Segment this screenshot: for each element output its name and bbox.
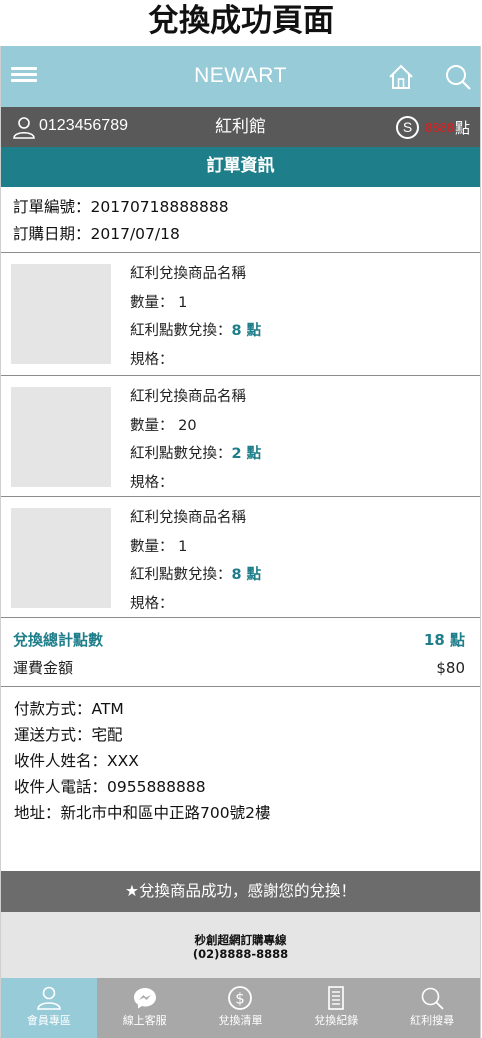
list-item: 紅利兌換商品名稱 數量： 20 紅利點數兌換：2 點 規格： xyxy=(1,376,480,496)
address: 地址：新北市中和區中正路700號2樓 xyxy=(14,804,271,822)
shipping-fee-value: $80 xyxy=(436,659,465,677)
points-value: 8888 xyxy=(425,119,454,135)
product-image xyxy=(11,387,111,487)
coin-icon: S xyxy=(396,115,420,139)
list-item: 紅利兌換商品名稱 數量： 1 紅利點數兌換：8 點 規格： xyxy=(1,253,480,373)
totals: 兌換總計點數 18 點 運費金額 $80 xyxy=(13,626,465,682)
order-info: 訂單編號：20170718888888 訂購日期：2017/07/18 xyxy=(13,194,229,248)
product-image xyxy=(11,264,111,364)
home-icon[interactable] xyxy=(387,63,415,91)
tab-member[interactable]: 會員專區 xyxy=(1,978,97,1038)
tab-redeem-record[interactable]: 兌換紀錄 xyxy=(288,978,384,1038)
success-message: ★兌換商品成功，感謝您的兌換！ xyxy=(1,871,480,912)
order-number: 訂單編號：20170718888888 xyxy=(13,198,229,216)
points-unit: 點 xyxy=(454,118,470,137)
hamburger-menu-icon[interactable] xyxy=(11,67,37,87)
delivery-method: 運送方式：宅配 xyxy=(14,726,123,744)
bottom-tab-bar: 會員專區 線上客服 $ 兌換清單 兌換紀錄 紅利搜尋 xyxy=(1,978,480,1038)
record-list-icon xyxy=(328,986,345,1010)
divider xyxy=(1,617,480,618)
product-points: 紅利點數兌換：2 點 xyxy=(130,446,262,462)
product-spec: 規格： xyxy=(130,595,174,612)
product-spec: 規格： xyxy=(130,474,174,491)
dollar-coin-icon: $ xyxy=(228,986,253,1010)
product-quantity: 數量： 1 xyxy=(130,538,188,555)
user-id: 0123456789 xyxy=(39,117,128,134)
top-bar: NEWART xyxy=(1,46,480,107)
order-date: 訂購日期：2017/07/18 xyxy=(13,225,180,243)
hotline-title: 秒創超網訂購專線 xyxy=(194,933,287,947)
recipient-phone: 收件人電話：0955888888 xyxy=(14,778,206,796)
member-icon xyxy=(37,986,61,1010)
search-icon[interactable] xyxy=(444,63,472,91)
user-bar: 0123456789 紅利館 S 8888 點 xyxy=(1,107,480,147)
product-points: 紅利點數兌換：8 點 xyxy=(130,323,262,339)
tab-online-service[interactable]: 線上客服 xyxy=(97,978,193,1038)
section-title: 訂單資訊 xyxy=(1,147,480,187)
total-points-value: 18 點 xyxy=(423,631,465,649)
product-name: 紅利兌換商品名稱 xyxy=(130,266,246,282)
product-quantity: 數量： 20 xyxy=(130,417,197,434)
user-icon xyxy=(12,115,36,139)
product-points: 紅利點數兌換：8 點 xyxy=(130,567,262,583)
messenger-icon xyxy=(133,988,156,1009)
search-icon xyxy=(421,987,444,1010)
list-item: 紅利兌換商品名稱 數量： 1 紅利點數兌換：8 點 規格： xyxy=(1,497,480,617)
hotline-phone[interactable]: (02)8888-8888 xyxy=(1,947,480,961)
shipping-info: 付款方式：ATM 運送方式：宅配 收件人姓名：XXX 收件人電話：0955888… xyxy=(14,696,270,826)
payment-method: 付款方式：ATM xyxy=(14,700,124,718)
page-heading: 兌換成功頁面 xyxy=(148,3,334,39)
product-quantity: 數量： 1 xyxy=(130,294,188,311)
product-spec: 規格： xyxy=(130,351,174,368)
shipping-fee-label: 運費金額 xyxy=(13,659,74,677)
product-image xyxy=(11,508,111,608)
product-name: 紅利兌換商品名稱 xyxy=(130,389,246,405)
divider xyxy=(1,686,480,687)
tab-redeem-list[interactable]: $ 兌換清單 xyxy=(193,978,289,1038)
recipient-name: 收件人姓名：XXX xyxy=(14,752,139,770)
points-balance: S 8888 點 xyxy=(396,115,470,139)
total-points-label: 兌換總計點數 xyxy=(13,631,104,649)
product-name: 紅利兌換商品名稱 xyxy=(130,510,246,526)
svg-text:$: $ xyxy=(236,990,246,1008)
phone-frame: NEWART 0123456789 紅利館 S 8888 點 訂單資訊 訂單編號… xyxy=(0,46,481,1038)
tab-bonus-search[interactable]: 紅利搜尋 xyxy=(384,978,480,1038)
hotline-box: 秒創超網訂購專線 (02)8888-8888 xyxy=(1,912,480,978)
